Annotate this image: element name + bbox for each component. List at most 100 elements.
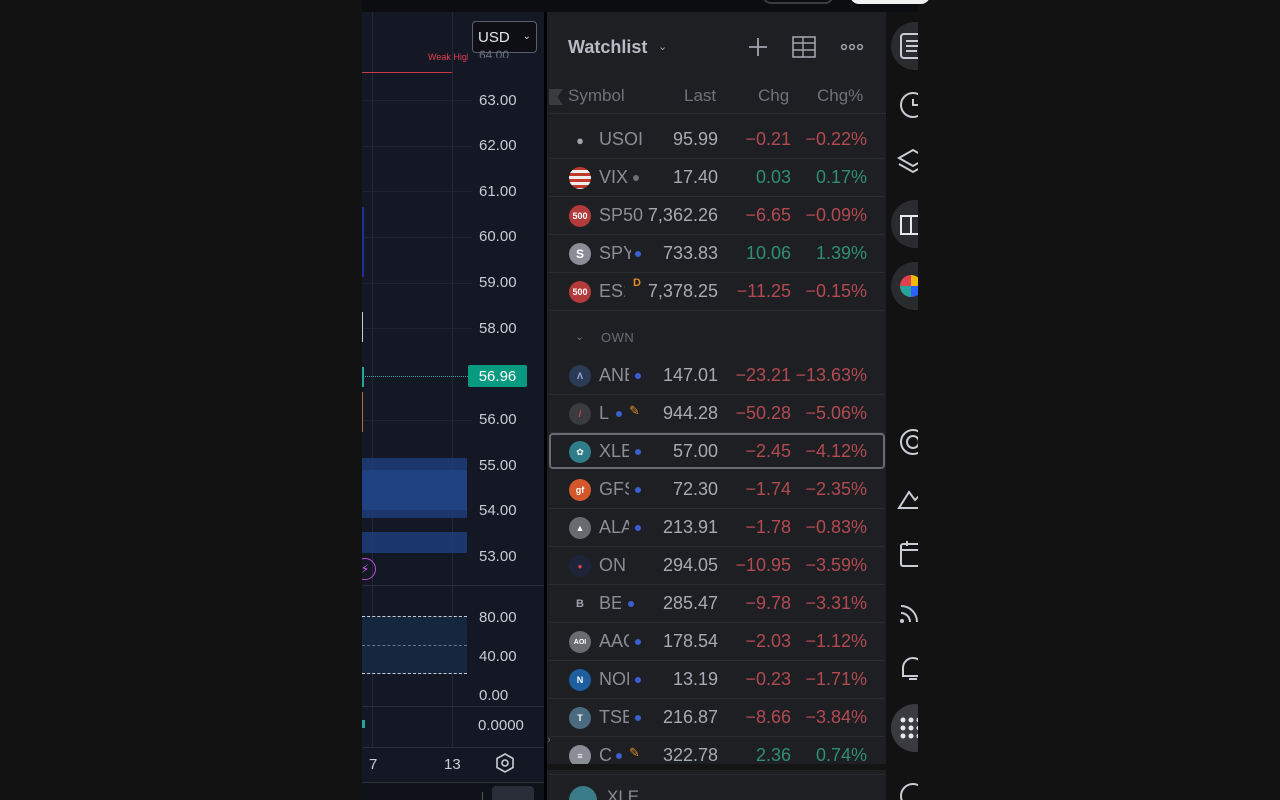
watchlist-icon[interactable]: [891, 26, 918, 66]
bottom-bar-separator: [482, 792, 483, 800]
watchlist-row[interactable]: ▲ ALAB 213.91 −1.78 −0.83%: [549, 509, 885, 547]
row-chg-pct: −3.84%: [805, 707, 867, 727]
col-chg-pct[interactable]: Chg%: [817, 86, 863, 106]
watchlist-row[interactable]: S SPY 733.83 10.06 1.39%: [549, 235, 885, 273]
price-tick: 54.00: [479, 502, 517, 519]
row-chg-pct: −4.12%: [805, 441, 867, 461]
row-chg: −1.74: [745, 479, 791, 499]
row-chg-pct: −1.12%: [805, 631, 867, 651]
grid-line: [362, 237, 472, 238]
price-tick: 55.00: [479, 457, 517, 474]
row-chg-pct: −2.35%: [805, 479, 867, 499]
pane-divider[interactable]: [362, 585, 544, 586]
table-view-icon[interactable]: [791, 34, 817, 60]
price-chart[interactable]: Weak High USD ⌄ 64.00 63.00 62.00 61.00 …: [362, 12, 544, 800]
row-last: 7,362.26: [647, 205, 718, 225]
settings-icon[interactable]: [495, 753, 515, 773]
price-tick: 60.00: [479, 228, 517, 245]
candle: [362, 312, 363, 342]
book-open-icon[interactable]: [891, 204, 918, 244]
row-chg-pct: 1.39%: [815, 243, 867, 263]
row-chg: −50.28: [735, 403, 791, 423]
section-own-label[interactable]: OWN: [601, 330, 634, 345]
us-flag-icon: [569, 167, 591, 189]
lightning-icon[interactable]: ⚡: [362, 558, 376, 580]
row-symbol: ANET: [599, 365, 629, 385]
chevron-down-icon: ⌄: [522, 31, 531, 42]
target-icon[interactable]: [891, 422, 918, 462]
watchlist-row-selected[interactable]: ✿ XLE 57.00 −2.45 −4.12%: [549, 433, 885, 469]
watchlist-row[interactable]: N NOK 13.19 −0.23 −1.71%: [549, 661, 885, 699]
bottom-bar-button[interactable]: [492, 786, 534, 800]
es-logo: 500: [569, 281, 591, 303]
watchlist-row[interactable]: ● ON 294.05 −10.95 −3.59%: [549, 547, 885, 585]
pane-divider[interactable]: [362, 706, 544, 707]
aaoi-logo-icon: AOI: [569, 631, 591, 653]
row-chg-pct: −5.06%: [805, 403, 867, 423]
top-toolbar-primary-button[interactable]: [850, 0, 930, 4]
row-chg: −9.78: [745, 593, 791, 613]
watchlist-row[interactable]: / L ✎ 944.28 −50.28 −5.06%: [549, 395, 885, 433]
row-symbol: L: [599, 403, 610, 423]
col-symbol[interactable]: Symbol: [568, 86, 625, 106]
nok-logo-icon: N: [569, 669, 591, 691]
watchlist-row[interactable]: 500 ES1! D 7,378.25 −11.25 −0.15%: [549, 273, 885, 311]
row-last: 17.40: [672, 167, 718, 187]
watchlist-row[interactable]: AOI AAOI 178.54 −2.03 −1.12%: [549, 623, 885, 661]
watchlist-title[interactable]: Watchlist: [568, 37, 647, 58]
chevron-down-icon[interactable]: ⌄: [658, 40, 667, 53]
watchlist-row[interactable]: gf GFS 72.30 −1.74 −2.35%: [549, 471, 885, 509]
row-symbol: XLE: [599, 441, 629, 461]
alab-logo-icon: ▲: [569, 517, 591, 539]
calendar-icon[interactable]: [891, 534, 918, 574]
watchlist-row[interactable]: T TSEM 216.87 −8.66 −3.84%: [549, 699, 885, 737]
chevron-down-icon[interactable]: ⌄: [575, 330, 584, 343]
candle: [362, 392, 363, 432]
left-backdrop: [0, 0, 362, 800]
row-last: 216.87: [662, 707, 718, 727]
row-last: 95.99: [672, 129, 718, 149]
row-last: 285.47: [662, 593, 718, 613]
bell-icon[interactable]: [891, 648, 918, 688]
details-symbol[interactable]: XLE: [607, 787, 639, 800]
oscillator-tick: 80.00: [479, 609, 517, 626]
layers-icon[interactable]: [891, 142, 918, 182]
news-feed-icon[interactable]: [891, 592, 918, 632]
watchlist-row[interactable]: ● USOIL 95.99 −0.21 −0.22%: [549, 121, 885, 159]
watchlist-row[interactable]: VIX 17.40 0.03 0.17%: [549, 159, 885, 197]
status-dot: [628, 601, 634, 607]
more-options-icon[interactable]: [839, 34, 865, 60]
col-chg[interactable]: Chg: [758, 86, 789, 106]
col-last[interactable]: Last: [684, 86, 716, 106]
help-icon[interactable]: [891, 776, 918, 800]
sp500-logo: 500: [569, 205, 591, 227]
row-symbol: ES1!: [599, 281, 625, 301]
current-price-line: [362, 376, 468, 377]
price-tick: 56.00: [479, 411, 517, 428]
watchlist-row[interactable]: B BE 285.47 −9.78 −3.31%: [549, 585, 885, 623]
add-symbol-icon[interactable]: [745, 34, 771, 60]
row-symbol: USOIL: [599, 129, 643, 149]
colorful-globe-icon[interactable]: [891, 266, 918, 306]
top-toolbar-button[interactable]: [762, 0, 834, 4]
row-last: 57.00: [672, 441, 718, 461]
row-last: 7,378.25: [647, 281, 718, 301]
row-chg-pct: −3.31%: [805, 593, 867, 613]
on-logo-icon: ●: [569, 555, 591, 577]
price-tick: 61.00: [479, 183, 517, 200]
tsem-logo-icon: T: [569, 707, 591, 729]
apps-grid-icon[interactable]: [891, 708, 918, 748]
row-symbol: TSEM: [599, 707, 629, 727]
gfs-logo-icon: gf: [569, 479, 591, 501]
chevron-right-icon[interactable]: ›: [544, 726, 554, 754]
weak-high-line: [362, 72, 452, 73]
status-dot: [616, 411, 622, 417]
watchlist-row[interactable]: Λ ANET 147.01 −23.21 −13.63%: [549, 357, 885, 395]
row-chg-pct: −0.09%: [805, 205, 867, 225]
currency-label: USD: [478, 28, 510, 46]
grid-line: [362, 420, 472, 421]
alarm-clock-icon[interactable]: [891, 84, 918, 124]
watchlist-row[interactable]: 500 SP500 7,362.26 −6.65 −0.09%: [549, 197, 885, 235]
flag-icon[interactable]: [549, 89, 563, 105]
mountain-icon[interactable]: [891, 478, 918, 518]
